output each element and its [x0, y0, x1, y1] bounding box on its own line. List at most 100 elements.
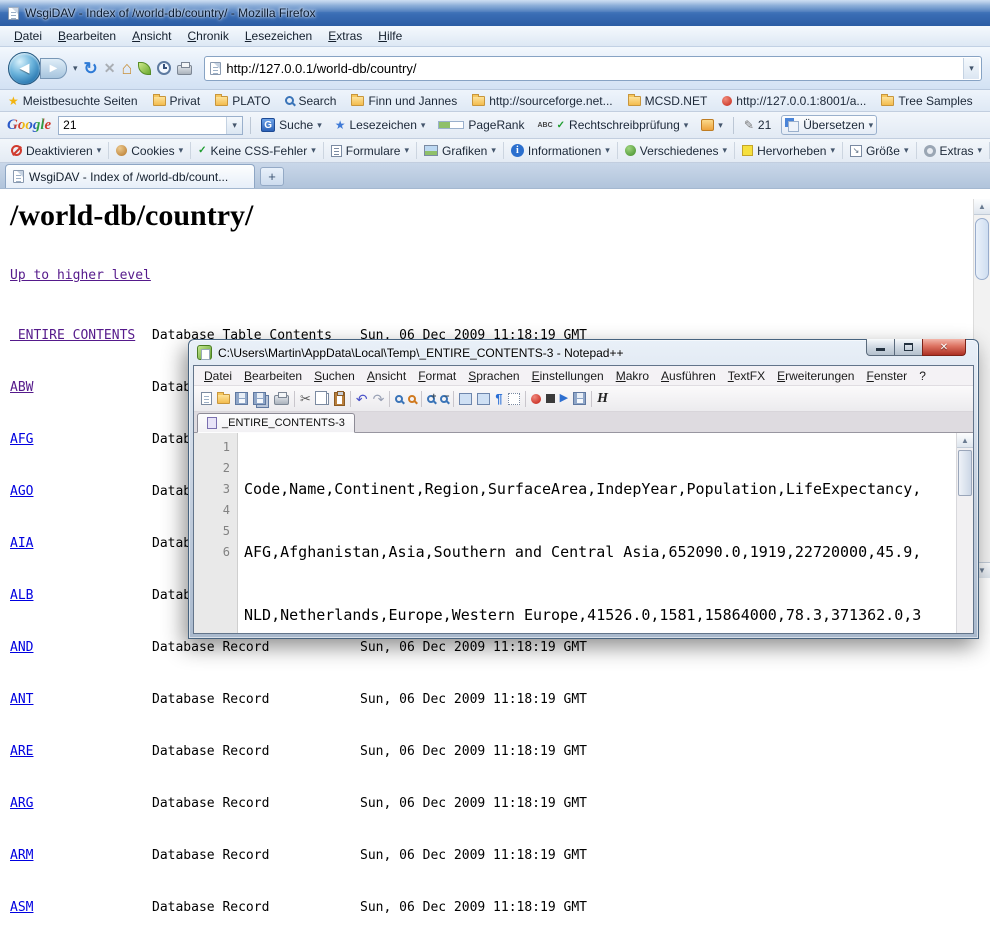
sync-vertical-icon[interactable]: [459, 393, 472, 405]
editor-area[interactable]: 1 2 3 4 5 6 Code,Name,Continent,Region,S…: [194, 433, 973, 633]
reload-button[interactable]: [84, 60, 98, 77]
np-menu-ausfuehren[interactable]: Ausführen: [655, 367, 722, 385]
show-all-chars-icon[interactable]: [495, 392, 502, 405]
listing-link[interactable]: AGO: [10, 484, 152, 499]
np-menu-makro[interactable]: Makro: [610, 367, 655, 385]
np-menu-textfx[interactable]: TextFX: [722, 367, 771, 385]
np-menu-bearbeiten[interactable]: Bearbeiten: [238, 367, 308, 385]
copy-icon[interactable]: [319, 393, 329, 405]
scroll-up-button[interactable]: [957, 433, 973, 448]
webdev-groesse[interactable]: Größe: [843, 142, 917, 159]
cut-icon[interactable]: [300, 392, 311, 405]
replace-icon[interactable]: [408, 395, 416, 403]
bookmark-meistbesuchte[interactable]: Meistbesuchte Seiten: [8, 94, 138, 108]
np-menu-erweiterungen[interactable]: Erweiterungen: [771, 367, 860, 385]
code-text[interactable]: Code,Name,Continent,Region,SurfaceArea,I…: [238, 433, 956, 633]
pagerank-widget[interactable]: PageRank: [435, 116, 527, 134]
np-menu-fenster[interactable]: Fenster: [860, 367, 913, 385]
listing-link[interactable]: AND: [10, 640, 152, 655]
play-macro-icon[interactable]: [560, 393, 568, 404]
record-macro-icon[interactable]: [531, 394, 541, 404]
counter-button[interactable]: 21: [741, 116, 774, 134]
save-macro-icon[interactable]: [573, 392, 586, 405]
spellcheck-button[interactable]: Rechtschreibprüfung: [534, 116, 691, 134]
listing-link[interactable]: ANT: [10, 692, 152, 707]
webdev-formulare[interactable]: Formulare: [324, 142, 417, 159]
np-menu-datei[interactable]: Datei: [198, 367, 238, 385]
open-file-icon[interactable]: [217, 394, 230, 404]
np-menu-einstellungen[interactable]: Einstellungen: [526, 367, 610, 385]
redo-icon[interactable]: [373, 392, 385, 406]
menu-datei[interactable]: Datei: [6, 27, 50, 45]
paste-icon[interactable]: [334, 392, 345, 406]
webdev-grafiken[interactable]: Grafiken: [417, 142, 504, 159]
google-bookmarks-button[interactable]: Lesezeichen: [332, 116, 429, 134]
back-button[interactable]: [8, 52, 41, 85]
menu-hilfe[interactable]: Hilfe: [370, 27, 410, 45]
sage-leaf-icon[interactable]: [138, 62, 151, 75]
scroll-thumb[interactable]: [975, 218, 989, 280]
stop-macro-icon[interactable]: [546, 394, 555, 403]
menu-ansicht[interactable]: Ansicht: [124, 27, 179, 45]
save-all-icon[interactable]: [253, 392, 266, 405]
document-tab[interactable]: _ENTIRE_CONTENTS-3: [197, 413, 355, 433]
google-search-button[interactable]: Suche: [258, 116, 325, 134]
indent-guide-icon[interactable]: [508, 393, 520, 405]
textfx-html-icon[interactable]: [597, 392, 608, 406]
np-menu-ansicht[interactable]: Ansicht: [361, 367, 412, 385]
forward-button[interactable]: [40, 58, 67, 79]
scroll-up-button[interactable]: [974, 199, 990, 215]
bookmark-privat[interactable]: Privat: [153, 94, 201, 108]
address-input[interactable]: [226, 61, 958, 76]
stop-button[interactable]: [104, 60, 116, 77]
fill-button[interactable]: [698, 117, 726, 133]
bookmark-tree-samples[interactable]: Tree Samples: [881, 94, 972, 108]
print-button[interactable]: [177, 65, 192, 75]
listing-link[interactable]: AFG: [10, 432, 152, 447]
menu-chronik[interactable]: Chronik: [179, 27, 236, 45]
bookmark-sourceforge[interactable]: http://sourceforge.net...: [472, 94, 612, 108]
bookmark-search[interactable]: Search: [285, 94, 336, 108]
np-menu-hilfe[interactable]: ?: [913, 367, 932, 385]
close-button[interactable]: [922, 339, 966, 356]
webdev-css[interactable]: Keine CSS-Fehler: [191, 142, 324, 159]
editor-scrollbar[interactable]: [956, 433, 973, 633]
listing-link[interactable]: AIA: [10, 536, 152, 551]
notepad-titlebar[interactable]: C:\Users\Martin\AppData\Local\Temp\_ENTI…: [193, 340, 974, 365]
home-button[interactable]: [122, 59, 133, 77]
scroll-thumb[interactable]: [958, 450, 972, 496]
titlebar[interactable]: WsgiDAV - Index of /world-db/country/ - …: [0, 0, 990, 26]
maximize-button[interactable]: [894, 339, 923, 356]
webdev-verschiedenes[interactable]: Verschiedenes: [618, 142, 735, 159]
address-dropdown-button[interactable]: [963, 58, 979, 79]
menu-bearbeiten[interactable]: Bearbeiten: [50, 27, 124, 45]
webdev-hervorheben[interactable]: Hervorheben: [735, 142, 843, 159]
np-menu-sprachen[interactable]: Sprachen: [462, 367, 525, 385]
print-icon[interactable]: [274, 395, 289, 405]
translate-button[interactable]: Übersetzen: [781, 115, 877, 135]
google-search-dropdown[interactable]: [226, 117, 242, 134]
listing-link[interactable]: ABW: [10, 380, 152, 395]
np-menu-suchen[interactable]: Suchen: [308, 367, 361, 385]
menu-extras[interactable]: Extras: [320, 27, 370, 45]
webdev-cookies[interactable]: Cookies: [109, 142, 191, 159]
zoom-out-icon[interactable]: −: [440, 395, 448, 403]
new-tab-button[interactable]: +: [260, 167, 284, 186]
listing-link[interactable]: ARE: [10, 744, 152, 759]
history-dropdown-icon[interactable]: [73, 63, 78, 74]
minimize-button[interactable]: [866, 339, 895, 356]
np-menu-format[interactable]: Format: [412, 367, 462, 385]
zoom-in-icon[interactable]: +: [427, 395, 435, 403]
history-clock-icon[interactable]: [157, 61, 171, 75]
listing-link[interactable]: ENTIRE CONTENTS: [10, 328, 152, 343]
bookmark-plato[interactable]: PLATO: [215, 94, 270, 108]
listing-link[interactable]: ARM: [10, 848, 152, 863]
sync-horizontal-icon[interactable]: [477, 393, 490, 405]
bookmark-finn-und-jannes[interactable]: Finn und Jannes: [351, 94, 457, 108]
up-to-higher-level-link[interactable]: Up to higher level: [10, 268, 151, 283]
webdev-informationen[interactable]: Informationen: [504, 142, 618, 159]
undo-icon[interactable]: [356, 392, 368, 406]
listing-link[interactable]: ARG: [10, 796, 152, 811]
listing-link[interactable]: ALB: [10, 588, 152, 603]
bookmark-mcsd[interactable]: MCSD.NET: [628, 94, 708, 108]
